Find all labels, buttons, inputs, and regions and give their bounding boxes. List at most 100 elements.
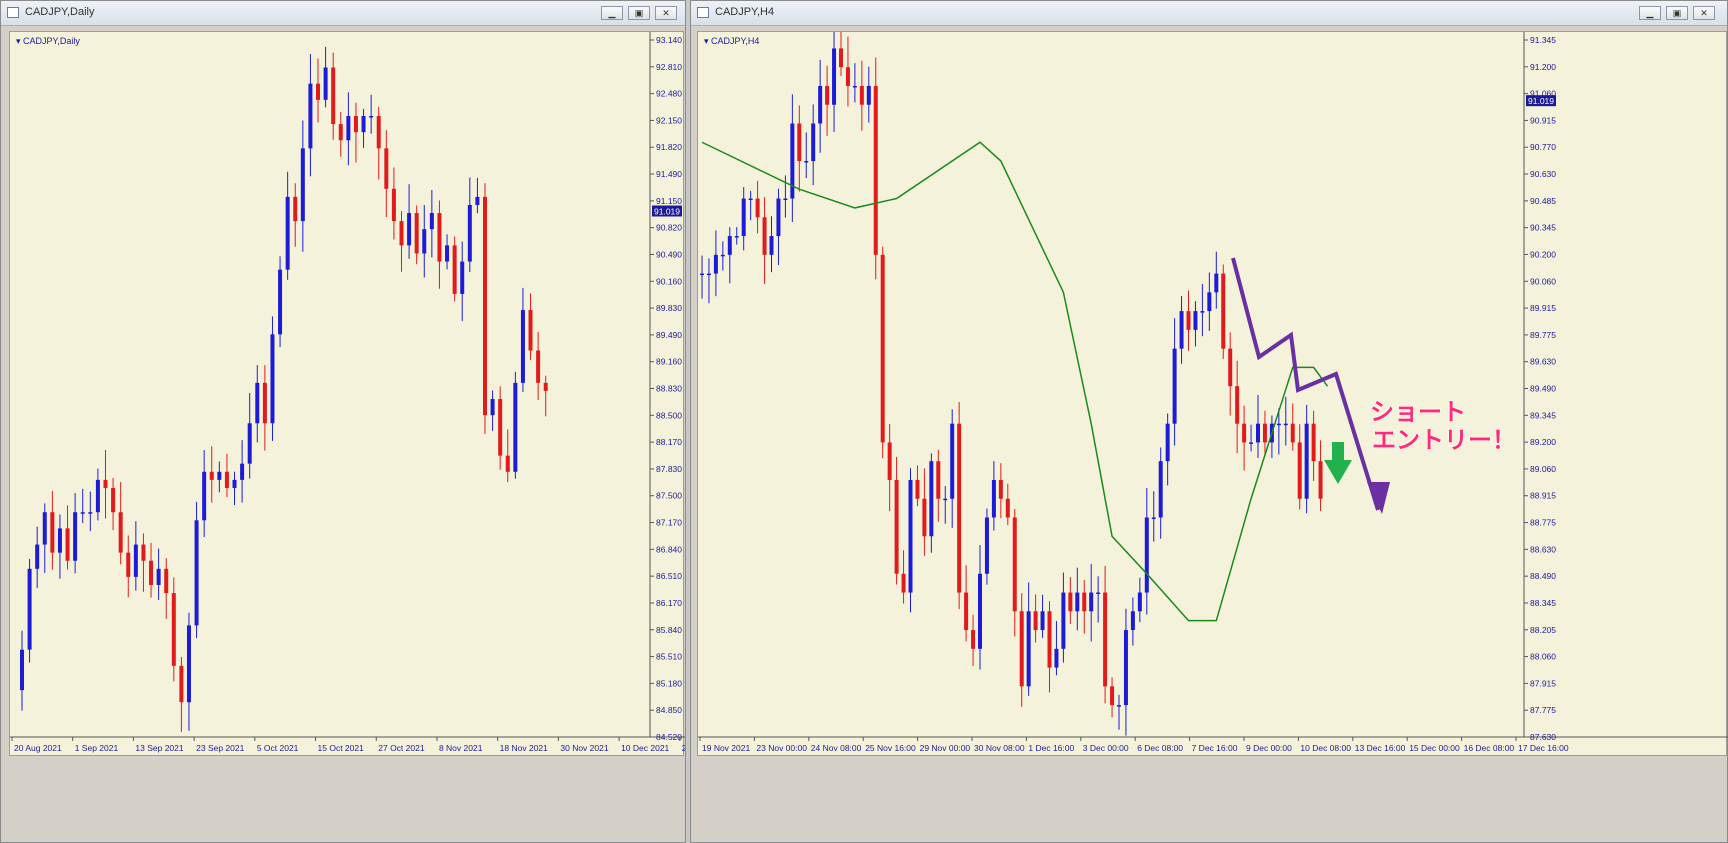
candle-body	[240, 463, 245, 480]
y-tick-label: 88.830	[656, 384, 682, 394]
candle-body	[536, 350, 541, 383]
candle-body	[513, 382, 518, 472]
candle-body	[361, 116, 366, 133]
candle-body	[520, 310, 525, 383]
candle-body	[852, 85, 857, 88]
h4-window[interactable]: CADJPY,H4 ▁ ▣ ✕ 91.345 91.200 91.060 90.915…	[690, 0, 1728, 843]
candle-body	[1068, 592, 1073, 612]
candle-body	[73, 512, 78, 561]
daily-window[interactable]: CADJPY,Daily ▁ ▣ ✕ 93.140 92.810 92.480 92.…	[0, 0, 686, 843]
maximize-icon[interactable]: ▣	[1666, 6, 1688, 20]
candle-body	[1262, 423, 1267, 443]
x-tick-label: 23 Nov 00:00	[756, 743, 807, 753]
candle-body	[1290, 423, 1295, 443]
x-tick-label: 29 Nov 00:00	[920, 743, 971, 753]
candle-body	[1075, 592, 1080, 612]
candle-body	[262, 382, 267, 424]
close-icon[interactable]: ✕	[1693, 6, 1715, 20]
candle-body	[186, 625, 191, 703]
candle-body	[713, 254, 718, 274]
y-tick-label: 90.770	[1530, 142, 1556, 152]
candle-body	[384, 148, 389, 189]
y-tick-label: 85.180	[656, 678, 682, 688]
candle-body	[369, 116, 374, 118]
candle-body	[528, 310, 533, 351]
candle-body	[50, 512, 55, 553]
y-tick-label: 88.490	[1530, 571, 1556, 581]
candle-body	[1242, 423, 1247, 443]
y-tick-label: 91.490	[656, 169, 682, 179]
daily-chart-area[interactable]: 93.140 92.810 92.480 92.150 91.820 91.490 91.1…	[9, 31, 685, 756]
candle-body	[445, 245, 450, 262]
candle-body	[873, 85, 878, 255]
candle-body	[111, 487, 116, 513]
candle-body	[1165, 423, 1170, 462]
candle-body	[1012, 517, 1017, 612]
candle-body	[1019, 611, 1024, 687]
candle-body	[27, 568, 32, 650]
candle-body	[353, 116, 358, 133]
close-icon[interactable]: ✕	[655, 6, 677, 20]
candle-body	[346, 116, 351, 141]
candle-body	[1193, 311, 1198, 330]
candle-body	[1061, 592, 1066, 649]
y-tick-label: 87.775	[1530, 705, 1556, 715]
x-tick-label: 1 Sep 2021	[75, 743, 119, 753]
x-tick-label: 22 Dec 2021	[682, 743, 685, 753]
candle-body	[202, 471, 207, 521]
candle-body	[1221, 273, 1226, 349]
candle-body	[498, 399, 503, 456]
candle-body	[859, 85, 864, 105]
candle-body	[452, 245, 457, 294]
candle-body	[984, 517, 989, 574]
y-tick-label: 90.345	[1530, 223, 1556, 233]
chart-window-icon	[7, 7, 19, 18]
candle-body	[156, 568, 161, 585]
candle-body	[1123, 630, 1128, 706]
candle-body	[429, 213, 434, 230]
minimize-icon[interactable]: ▁	[1639, 6, 1661, 20]
x-tick-label: 10 Dec 2021	[621, 743, 669, 753]
short-entry-annotation: エントリー！	[1372, 427, 1516, 454]
y-tick-label: 93.140	[656, 35, 682, 45]
minimize-icon[interactable]: ▁	[601, 6, 623, 20]
x-tick-label: 30 Nov 2021	[560, 743, 608, 753]
x-tick-label: 15 Dec 00:00	[1409, 743, 1460, 753]
y-tick-label: 87.500	[656, 491, 682, 501]
candle-body	[171, 593, 176, 666]
candle-body	[783, 198, 788, 201]
candle-body	[1033, 611, 1038, 631]
y-tick-label: 85.510	[656, 652, 682, 662]
x-tick-label: 13 Sep 2021	[135, 743, 183, 753]
h4-chart-area[interactable]: 91.345 91.200 91.060 90.915 90.770 90.630 90.4…	[697, 31, 1728, 756]
candle-body	[762, 217, 767, 255]
y-tick-label: 89.775	[1530, 330, 1556, 340]
candle-body	[164, 568, 169, 594]
candle-body	[741, 198, 746, 237]
candle-body	[1158, 461, 1163, 518]
x-tick-label: 27 Oct 2021	[378, 743, 425, 753]
y-tick-label: 86.510	[656, 571, 682, 581]
candle-body	[755, 198, 760, 218]
maximize-icon[interactable]: ▣	[628, 6, 650, 20]
daily-titlebar[interactable]: CADJPY,Daily ▁ ▣ ✕	[1, 1, 685, 26]
candle-body	[1207, 292, 1212, 312]
candle-body	[224, 471, 229, 488]
h4-titlebar[interactable]: CADJPY,H4 ▁ ▣ ✕	[691, 1, 1727, 26]
candle-body	[482, 196, 487, 416]
candle-body	[1089, 592, 1094, 612]
y-tick-label: 92.480	[656, 89, 682, 99]
candle-body	[950, 423, 955, 499]
candle-body	[894, 479, 899, 574]
x-tick-label: 19 Nov 2021	[702, 743, 750, 753]
candle-body	[399, 221, 404, 246]
candle-body	[308, 83, 313, 149]
x-tick-label: 7 Dec 16:00	[1192, 743, 1238, 753]
candle-body	[1082, 592, 1087, 612]
candle-body	[908, 479, 913, 593]
daily-window-title: CADJPY,Daily	[25, 6, 95, 18]
y-tick-label: 91.345	[1530, 35, 1556, 45]
y-tick-label: 90.485	[1530, 196, 1556, 206]
y-tick-label: 89.490	[1530, 384, 1556, 394]
candle-body	[1054, 648, 1059, 668]
